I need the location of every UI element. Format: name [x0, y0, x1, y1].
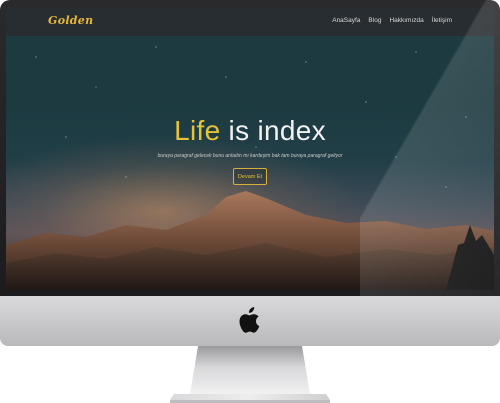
- nav-item-iletisim[interactable]: İletişim: [432, 17, 452, 24]
- hero-title-rest: is index: [220, 115, 326, 146]
- hero-subtitle: buraya paragraf gelecek bunu anladın mı …: [157, 153, 343, 159]
- imac-mockup: Golden AnaSayfa Blog Hakkımızda İletişim…: [0, 0, 500, 403]
- apple-logo-icon: [239, 307, 260, 333]
- nav-menu: AnaSayfa Blog Hakkımızda İletişim: [332, 17, 452, 24]
- monitor-stand: [170, 346, 330, 403]
- brand-logo[interactable]: Golden: [48, 14, 93, 27]
- navbar: Golden AnaSayfa Blog Hakkımızda İletişim: [6, 7, 494, 36]
- hero-title-accent: Life: [174, 115, 221, 146]
- continue-button[interactable]: Devam Et: [233, 168, 267, 185]
- hero-title: Life is index: [6, 115, 494, 147]
- nav-item-hakkimizda[interactable]: Hakkımızda: [389, 17, 423, 24]
- mountain-landscape: [6, 191, 494, 290]
- nav-item-blog[interactable]: Blog: [368, 17, 381, 24]
- nav-item-anasayfa[interactable]: AnaSayfa: [332, 17, 360, 24]
- website-screen: Golden AnaSayfa Blog Hakkımızda İletişim…: [6, 7, 494, 290]
